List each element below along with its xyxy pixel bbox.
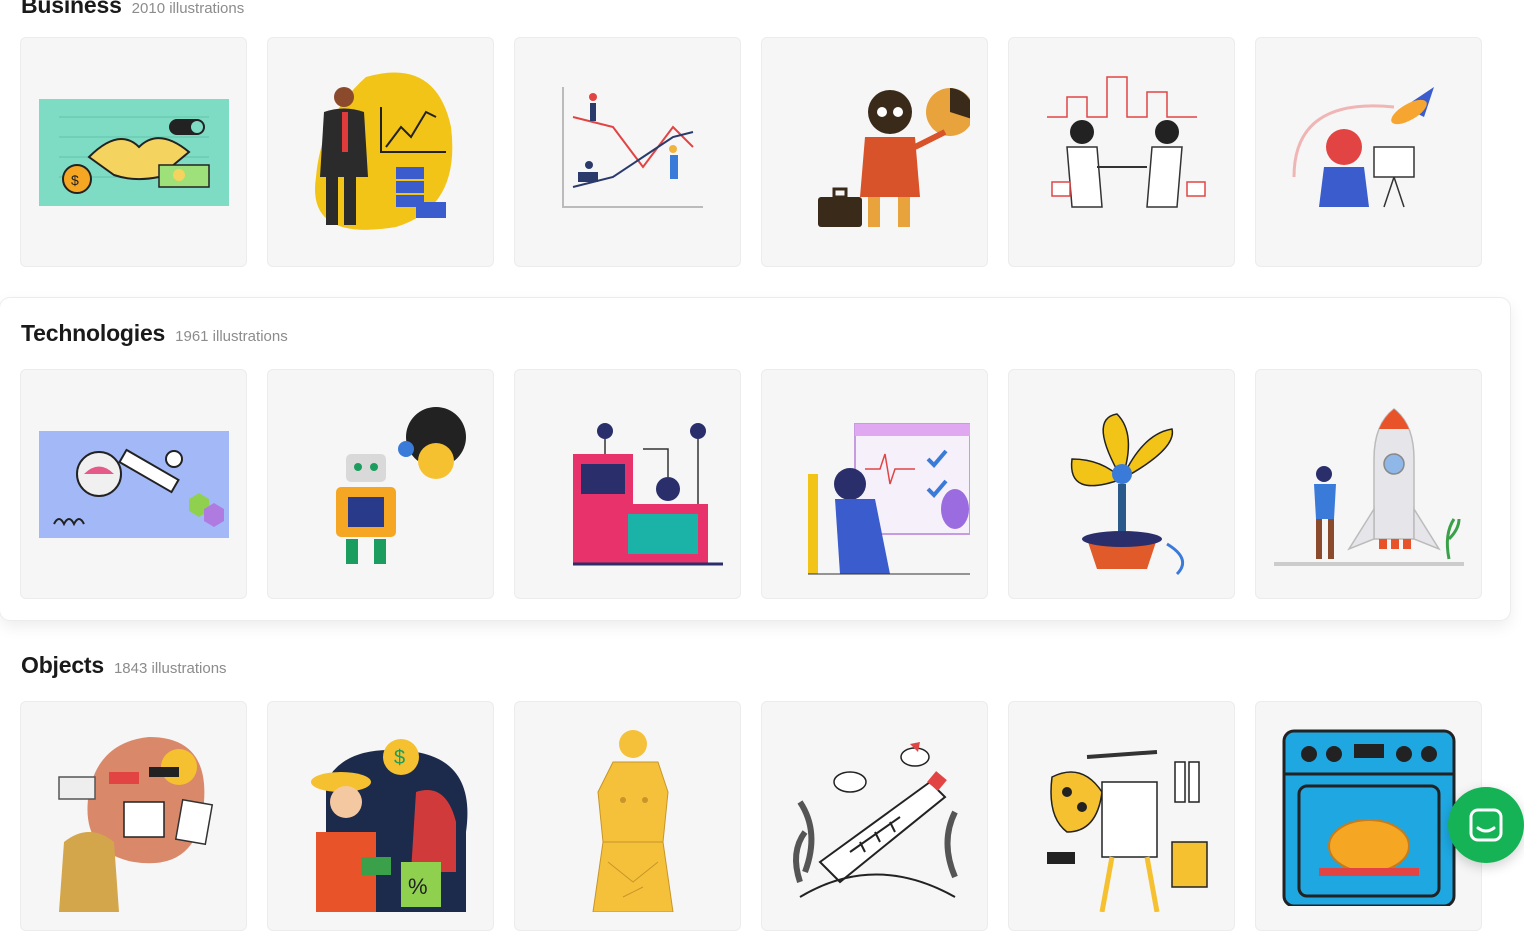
city-handshake-illustration[interactable] <box>1008 37 1235 267</box>
section-header: Objects 1843 illustrations <box>21 652 227 679</box>
robot-illustration[interactable] <box>267 369 494 599</box>
section-objects: Objects 1843 illustrations $ % <box>0 630 1510 931</box>
shopping-sale-illustration[interactable]: $ % <box>267 701 494 931</box>
svg-text:$: $ <box>394 747 405 769</box>
chat-button[interactable] <box>1448 787 1524 863</box>
illustration-grid <box>20 369 1482 599</box>
svg-text:%: % <box>408 874 428 899</box>
svg-text:$: $ <box>71 172 79 188</box>
chat-icon <box>1467 806 1505 844</box>
section-header: Business 2010 illustrations <box>21 0 244 19</box>
growth-graph-illustration[interactable] <box>514 37 741 267</box>
section-title[interactable]: Business <box>21 0 122 19</box>
section-count: 1843 illustrations <box>113 660 227 677</box>
handshake-illustration[interactable]: $ <box>20 37 247 267</box>
satellite-illustration[interactable] <box>20 369 247 599</box>
backpack-study-illustration[interactable] <box>20 701 247 931</box>
illustration-grid: $ <box>20 37 1482 267</box>
businessman-chart-illustration[interactable] <box>267 37 494 267</box>
rocket-launch-illustration[interactable] <box>1255 369 1482 599</box>
server-machine-illustration[interactable] <box>514 369 741 599</box>
section-business: Business 2010 illustrations $ <box>0 0 1510 280</box>
monitor-analytics-illustration[interactable] <box>761 369 988 599</box>
presenter-pie-chart-illustration[interactable] <box>761 37 988 267</box>
section-technologies: Technologies 1961 illustrations <box>0 298 1510 620</box>
section-count: 1961 illustrations <box>175 328 288 345</box>
section-header: Technologies 1961 illustrations <box>21 320 288 347</box>
tech-plant-illustration[interactable] <box>1008 369 1235 599</box>
section-count: 2010 illustrations <box>131 0 245 17</box>
art-easel-illustration[interactable] <box>1008 701 1235 931</box>
statue-illustration[interactable] <box>514 701 741 931</box>
fish-bottle-illustration[interactable] <box>761 701 988 931</box>
illustration-grid: $ % <box>20 701 1482 931</box>
section-title[interactable]: Objects <box>21 652 104 679</box>
section-title[interactable]: Technologies <box>21 320 165 347</box>
rocket-idea-illustration[interactable] <box>1255 37 1482 267</box>
